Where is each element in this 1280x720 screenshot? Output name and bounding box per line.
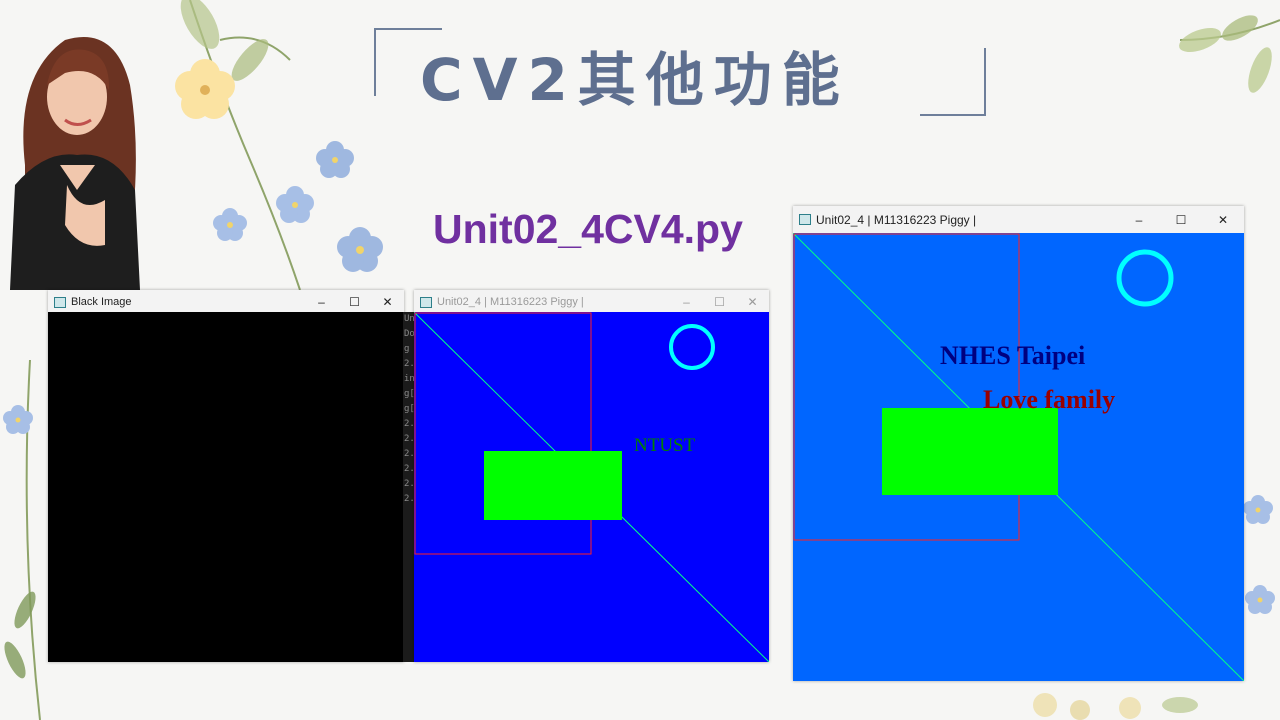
flower-decoration-top-left — [175, 0, 383, 290]
minimize-icon[interactable]: – — [1118, 213, 1160, 227]
flower-decoration-right — [1243, 495, 1275, 614]
flower-decoration-left — [3, 360, 41, 720]
black-canvas — [48, 312, 404, 662]
window-title: Unit02_4 | M11316223 Piggy | — [437, 296, 584, 308]
close-icon[interactable]: ✕ — [736, 295, 769, 309]
presenter-photo — [10, 37, 140, 290]
minimize-icon[interactable]: – — [305, 295, 338, 309]
black-image-window[interactable]: Black Image – ☐ ✕ — [48, 290, 404, 662]
app-icon — [420, 296, 432, 308]
maximize-icon[interactable]: ☐ — [338, 295, 371, 309]
maximize-icon[interactable]: ☐ — [703, 295, 736, 309]
flower-decoration-bottom — [1033, 693, 1198, 720]
filename-label: Unit02_4CV4.py — [433, 206, 743, 252]
app-icon — [54, 296, 66, 308]
window-titlebar[interactable]: Unit02_4 | M11316223 Piggy | – ☐ ✕ — [414, 290, 769, 314]
window-titlebar[interactable]: Unit02_4 | M11316223 Piggy | – ☐ ✕ — [793, 206, 1244, 233]
small-canvas: NTUST — [414, 312, 769, 662]
window-title: Unit02_4 | M11316223 Piggy | — [816, 212, 977, 227]
close-icon[interactable]: ✕ — [1202, 213, 1244, 227]
minimize-icon[interactable]: – — [670, 295, 703, 309]
large-canvas: NHES Taipei Love family — [793, 233, 1244, 681]
small-drawing-window[interactable]: Unit02_4 | M11316223 Piggy | – ☐ ✕ NTUST — [414, 290, 769, 662]
nhes-taipei-text: NHES Taipei — [940, 341, 1085, 370]
filled-rectangle — [484, 451, 622, 520]
window-titlebar[interactable]: Black Image – ☐ ✕ — [48, 290, 404, 314]
window-title: Black Image — [71, 296, 132, 308]
love-family-text: Love family — [983, 385, 1115, 414]
flower-decoration-top-right — [1179, 15, 1280, 93]
large-drawing-window[interactable]: Unit02_4 | M11316223 Piggy | – ☐ ✕ NHES … — [793, 206, 1244, 681]
filled-rectangle — [882, 408, 1058, 495]
maximize-icon[interactable]: ☐ — [1160, 213, 1202, 227]
close-icon[interactable]: ✕ — [371, 295, 404, 309]
app-icon — [799, 214, 811, 225]
ntust-text: NTUST — [634, 435, 696, 456]
slide-title: CV2其他功能 — [420, 46, 850, 114]
